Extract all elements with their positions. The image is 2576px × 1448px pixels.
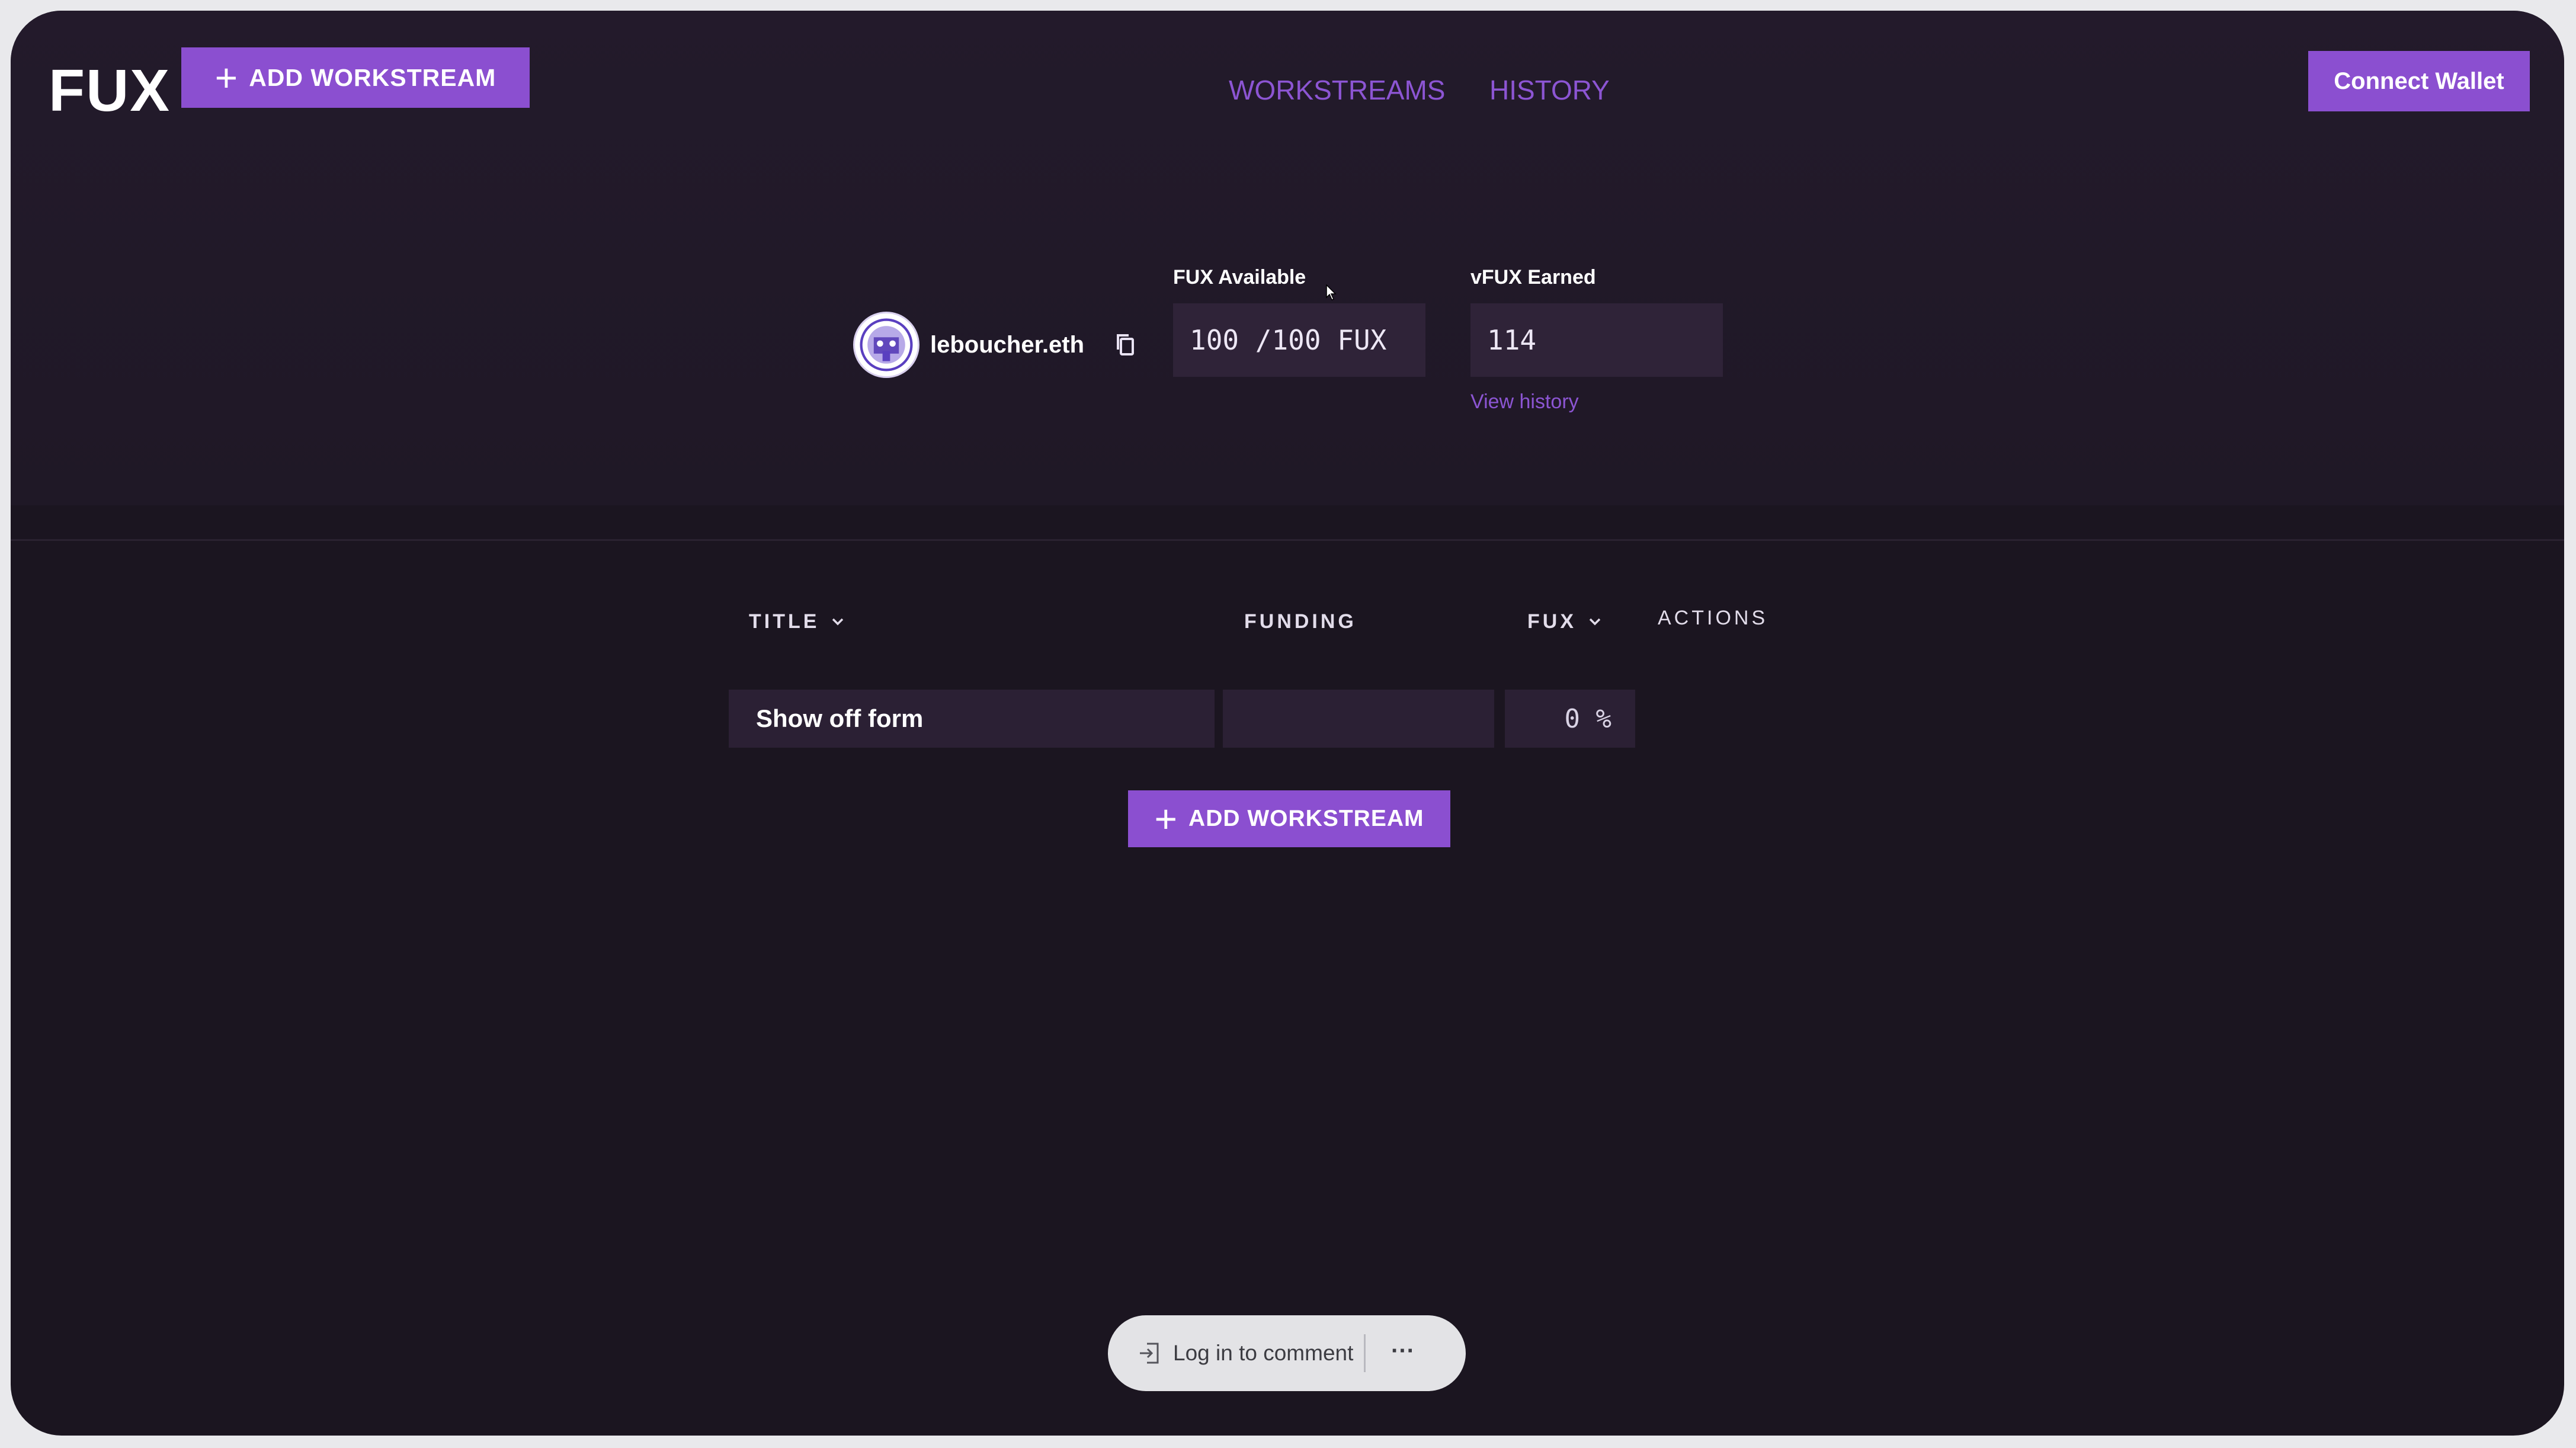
nav-history[interactable]: HISTORY [1489, 73, 1610, 107]
column-funding-label: FUNDING [1244, 610, 1357, 633]
copy-icon[interactable] [1114, 332, 1140, 359]
column-actions-label: ACTIONS [1658, 607, 1768, 629]
section-divider [11, 539, 2564, 541]
chevron-down-icon [832, 618, 844, 626]
chevron-down-icon [1589, 618, 1601, 626]
column-fux[interactable]: FUX [1527, 608, 1601, 635]
workstream-fux-input[interactable]: 0 % [1505, 690, 1635, 748]
plus-icon: + [214, 56, 239, 100]
workstream-title-cell[interactable]: Show off form [729, 690, 1215, 748]
avatar-image [860, 318, 913, 371]
ens-name: leboucher.eth [930, 332, 1085, 358]
vfux-earned-label: vFUX Earned [1470, 266, 1596, 289]
nav-workstreams[interactable]: WORKSTREAMS [1229, 73, 1445, 107]
comment-bar: Log in to comment ··· [1108, 1315, 1466, 1391]
add-workstream-label: ADD WORKSTREAM [249, 63, 496, 91]
connect-wallet-button[interactable]: Connect Wallet [2308, 51, 2530, 111]
column-funding: FUNDING [1244, 608, 1357, 635]
avatar [853, 312, 919, 378]
login-to-comment-button[interactable]: Log in to comment [1173, 1339, 1353, 1367]
add-workstream-button[interactable]: + ADD WORKSTREAM [181, 47, 530, 108]
column-title[interactable]: TITLE [749, 608, 844, 635]
plus-icon: + [1154, 797, 1178, 841]
view-history-link[interactable]: View history [1470, 389, 1579, 415]
more-icon[interactable]: ··· [1386, 1339, 1420, 1367]
column-title-label: TITLE [749, 610, 820, 633]
comment-bar-separator [1364, 1334, 1366, 1372]
column-fux-label: FUX [1527, 610, 1577, 633]
add-workstream-button-table[interactable]: + ADD WORKSTREAM [1128, 790, 1450, 847]
vfux-earned-field: 114 [1470, 303, 1723, 377]
cursor-icon [1326, 284, 1337, 301]
fux-available-label: FUX Available [1173, 266, 1306, 289]
workstream-funding-cell [1223, 690, 1494, 748]
fux-available-field: 100 /100 FUX [1173, 303, 1425, 377]
logo[interactable]: FUX [49, 58, 169, 123]
app-window: FUX + ADD WORKSTREAM WORKSTREAMS HISTORY… [11, 11, 2564, 1436]
login-icon [1140, 1343, 1159, 1364]
column-actions: ACTIONS [1658, 604, 1768, 632]
add-workstream-label: ADD WORKSTREAM [1188, 806, 1424, 831]
